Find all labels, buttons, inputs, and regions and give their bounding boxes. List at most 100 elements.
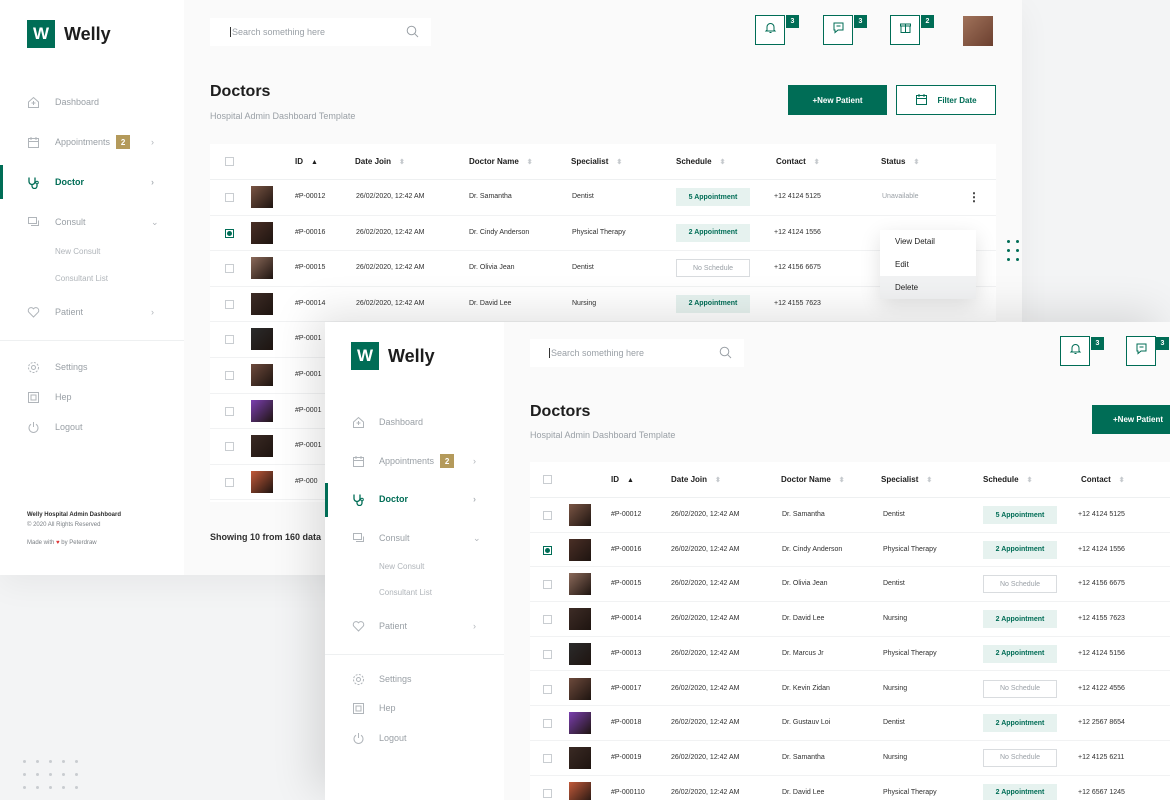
sidebar-item-appointments[interactable]: Appointments 2 › <box>0 132 184 152</box>
sidebar-item-dashboard[interactable]: Dashboard <box>325 412 504 432</box>
sidebar-subitem-consultant-list[interactable]: Consultant List <box>379 588 432 597</box>
column-header[interactable]: Status ⬍ <box>881 157 919 166</box>
schedule-badge[interactable]: 2 Appointment <box>983 540 1057 559</box>
search-bar[interactable]: Search something here <box>210 18 431 46</box>
sidebar-item-settings[interactable]: Settings <box>325 669 504 689</box>
menu-edit[interactable]: Edit <box>880 253 976 276</box>
row-checkbox[interactable] <box>543 788 552 798</box>
row-checkbox[interactable] <box>543 615 552 625</box>
sort-icon[interactable]: ⬍ <box>399 159 405 166</box>
user-avatar[interactable] <box>963 16 993 46</box>
schedule-badge[interactable]: 2 Appointment <box>676 294 750 313</box>
new-patient-button[interactable]: +New Patient <box>1092 405 1170 434</box>
column-header[interactable]: Date Join ⬍ <box>355 157 405 166</box>
sort-icon[interactable]: ⬍ <box>926 477 932 484</box>
search-icon[interactable] <box>406 25 419 43</box>
sort-icon[interactable]: ⬍ <box>720 159 726 166</box>
sort-icon[interactable]: ⬍ <box>839 477 845 484</box>
sidebar-item-help[interactable]: Hep <box>0 387 184 407</box>
sidebar-subitem-consultant-list[interactable]: Consultant List <box>55 274 108 283</box>
sort-icon[interactable]: ⬍ <box>1119 477 1125 484</box>
column-header[interactable]: Doctor Name ⬍ <box>469 157 533 166</box>
table-row[interactable]: #P-00019 26/02/2020, 12:42 AM Dr. Samantha… <box>530 740 1170 776</box>
schedule-badge[interactable]: 2 Appointment <box>983 644 1057 663</box>
schedule-badge[interactable]: No Schedule <box>983 679 1057 698</box>
row-checkbox[interactable] <box>543 649 552 659</box>
row-checkbox[interactable] <box>543 719 552 729</box>
row-checkbox[interactable] <box>543 545 552 555</box>
menu-view-detail[interactable]: View Detail <box>880 230 976 253</box>
schedule-badge[interactable]: 5 Appointment <box>676 188 750 206</box>
search-icon[interactable] <box>719 346 732 364</box>
schedule-badge[interactable]: 2 Appointment <box>676 223 750 242</box>
table-row[interactable]: #P-00015 26/02/2020, 12:42 AM Dr. Olivia J… <box>530 567 1170 603</box>
row-checkbox[interactable] <box>543 684 552 694</box>
sidebar-item-logout[interactable]: Logout <box>0 417 184 437</box>
sidebar-item-patient[interactable]: Patient › <box>325 616 504 636</box>
filter-date-button[interactable]: Filter Date <box>896 85 996 115</box>
search-input[interactable]: Search something here <box>230 27 325 37</box>
schedule-badge[interactable]: No Schedule <box>983 748 1057 767</box>
schedule-badge[interactable]: 2 Appointment <box>983 783 1057 800</box>
search-bar[interactable]: Search something here <box>530 339 744 367</box>
sidebar-item-doctor[interactable]: Doctor › <box>325 489 504 509</box>
menu-delete[interactable]: Delete <box>880 276 976 299</box>
sidebar-item-patient[interactable]: Patient › <box>0 302 184 322</box>
sidebar-item-help[interactable]: Hep <box>325 698 504 718</box>
table-row[interactable]: #P-00014 26/02/2020, 12:42 AM Dr. David Le… <box>530 602 1170 637</box>
sort-icon[interactable]: ⬍ <box>1027 477 1033 484</box>
row-checkbox[interactable] <box>543 580 552 590</box>
table-row[interactable]: #P-00016 26/02/2020, 12:42 AM Dr. Cindy An… <box>210 215 996 252</box>
sidebar-item-consult[interactable]: Consult ⌄ <box>0 212 184 232</box>
row-checkbox[interactable] <box>225 406 234 416</box>
row-checkbox[interactable] <box>225 228 234 238</box>
row-checkbox[interactable] <box>225 477 234 487</box>
new-patient-button[interactable]: +New Patient <box>788 85 887 115</box>
column-header[interactable]: ID ▲ <box>295 157 318 166</box>
messages-button[interactable] <box>1126 336 1156 366</box>
search-input[interactable]: Search something here <box>549 348 644 358</box>
sidebar-subitem-new-consult[interactable]: New Consult <box>55 247 100 256</box>
sort-icon[interactable]: ⬍ <box>715 477 721 484</box>
notification-button[interactable] <box>755 15 785 45</box>
column-header[interactable]: ID ▲ <box>611 475 634 484</box>
sort-icon[interactable]: ⬍ <box>527 159 533 166</box>
table-row[interactable]: #P-00012 26/02/2020, 12:42 AM Dr. Samantha… <box>210 180 996 216</box>
column-header[interactable]: Schedule ⬍ <box>983 475 1032 484</box>
schedule-badge[interactable]: 2 Appointment <box>983 610 1057 629</box>
sidebar-item-dashboard[interactable]: Dashboard <box>0 92 184 112</box>
row-checkbox[interactable] <box>225 193 234 202</box>
sidebar-item-consult[interactable]: Consult ⌄ <box>325 528 504 548</box>
schedule-badge[interactable]: No Schedule <box>983 575 1057 594</box>
sort-asc-icon[interactable]: ▲ <box>627 477 634 484</box>
select-all-checkbox[interactable] <box>225 157 234 166</box>
sort-icon[interactable]: ⬍ <box>616 159 622 166</box>
sort-icon[interactable]: ⬍ <box>913 159 919 166</box>
column-header[interactable]: Schedule ⬍ <box>676 157 725 166</box>
column-header[interactable]: Date Join ⬍ <box>671 475 721 484</box>
sidebar-item-appointments[interactable]: Appointments 2 › <box>325 451 504 471</box>
table-row[interactable]: #P-000110 26/02/2020, 12:42 AM Dr. David L… <box>530 775 1170 800</box>
messages-button[interactable] <box>823 15 853 45</box>
row-checkbox[interactable] <box>225 442 234 452</box>
table-row[interactable]: #P-00014 26/02/2020, 12:42 AM Dr. David Le… <box>210 286 996 323</box>
row-checkbox[interactable] <box>225 335 234 345</box>
row-checkbox[interactable] <box>225 371 234 380</box>
select-all-checkbox[interactable] <box>543 475 552 484</box>
sort-asc-icon[interactable]: ▲ <box>311 159 318 166</box>
schedule-badge[interactable]: 2 Appointment <box>983 714 1057 733</box>
sidebar-subitem-new-consult[interactable]: New Consult <box>379 562 424 571</box>
row-checkbox[interactable] <box>543 511 552 520</box>
table-row[interactable]: #P-00012 26/02/2020, 12:42 AM Dr. Samantha… <box>530 498 1170 533</box>
column-header[interactable]: Contact ⬍ <box>776 157 820 166</box>
notification-button[interactable] <box>1060 336 1090 366</box>
table-row[interactable]: #P-00013 26/02/2020, 12:42 AM Dr. Marcus J… <box>530 636 1170 672</box>
row-checkbox[interactable] <box>225 299 234 309</box>
column-header[interactable]: Contact ⬍ <box>1081 475 1125 484</box>
table-row[interactable]: #P-00016 26/02/2020, 12:42 AM Dr. Cindy An… <box>530 532 1170 568</box>
table-row[interactable]: #P-00017 26/02/2020, 12:42 AM Dr. Kevin Zi… <box>530 671 1170 707</box>
sort-icon[interactable]: ⬍ <box>814 159 820 166</box>
schedule-badge[interactable]: 5 Appointment <box>983 506 1057 524</box>
table-row[interactable]: #P-00018 26/02/2020, 12:42 AM Dr. Gustauv … <box>530 706 1170 741</box>
column-header[interactable]: Specialist ⬍ <box>881 475 932 484</box>
